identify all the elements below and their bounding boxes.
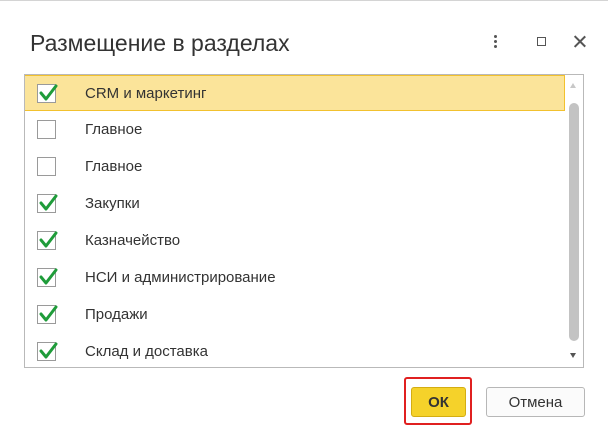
list-item[interactable]: Казначейство xyxy=(25,223,565,259)
scrollbar[interactable] xyxy=(565,75,583,367)
ok-button[interactable]: ОК xyxy=(411,387,466,417)
scroll-down-arrow-icon[interactable] xyxy=(570,353,576,358)
checkbox-checked[interactable] xyxy=(37,194,58,213)
list-item-label: Главное xyxy=(85,121,143,138)
sections-list[interactable]: CRM и маркетинг Главное Главное Закупки Казн… xyxy=(24,74,584,368)
check-mark-icon xyxy=(39,231,58,248)
scrollbar-thumb[interactable] xyxy=(569,103,579,341)
list-item-label: Главное xyxy=(85,158,143,175)
list-item-label: Склад и доставка xyxy=(85,343,208,360)
list-item-label: Казначейство xyxy=(85,232,181,249)
list-item[interactable]: Склад и доставка xyxy=(25,334,565,367)
list-item[interactable]: Продажи xyxy=(25,297,565,333)
list-item[interactable]: CRM и маркетинг xyxy=(25,75,565,111)
checkbox-checked[interactable] xyxy=(37,268,58,287)
list-item-label: Продажи xyxy=(85,306,148,323)
list-item[interactable]: Закупки xyxy=(25,186,565,222)
more-options-icon[interactable] xyxy=(484,30,508,54)
list-item[interactable]: НСИ и администрирование xyxy=(25,260,565,296)
list-item[interactable]: Главное xyxy=(25,112,565,148)
checkbox-checked[interactable] xyxy=(37,342,58,361)
close-icon[interactable] xyxy=(568,30,592,54)
list-item-label: НСИ и администрирование xyxy=(85,269,276,286)
check-mark-icon xyxy=(39,268,58,285)
list-item[interactable]: Главное xyxy=(25,149,565,185)
list-item-label: CRM и маркетинг xyxy=(85,85,207,102)
top-divider xyxy=(0,0,608,1)
scroll-up-arrow-icon[interactable] xyxy=(570,83,576,88)
check-mark-icon xyxy=(39,84,58,101)
check-mark-icon xyxy=(39,342,58,359)
checkbox-checked[interactable] xyxy=(37,84,58,103)
checkbox-unchecked[interactable] xyxy=(37,157,56,176)
cancel-button[interactable]: Отмена xyxy=(486,387,585,417)
check-mark-icon xyxy=(39,194,58,211)
checkbox-checked[interactable] xyxy=(37,231,58,250)
maximize-icon[interactable] xyxy=(530,30,554,54)
check-mark-icon xyxy=(39,305,58,322)
checkbox-unchecked[interactable] xyxy=(37,120,56,139)
dialog-title: Размещение в разделах xyxy=(30,30,290,56)
checkbox-checked[interactable] xyxy=(37,305,58,324)
list-item-label: Закупки xyxy=(85,195,140,212)
